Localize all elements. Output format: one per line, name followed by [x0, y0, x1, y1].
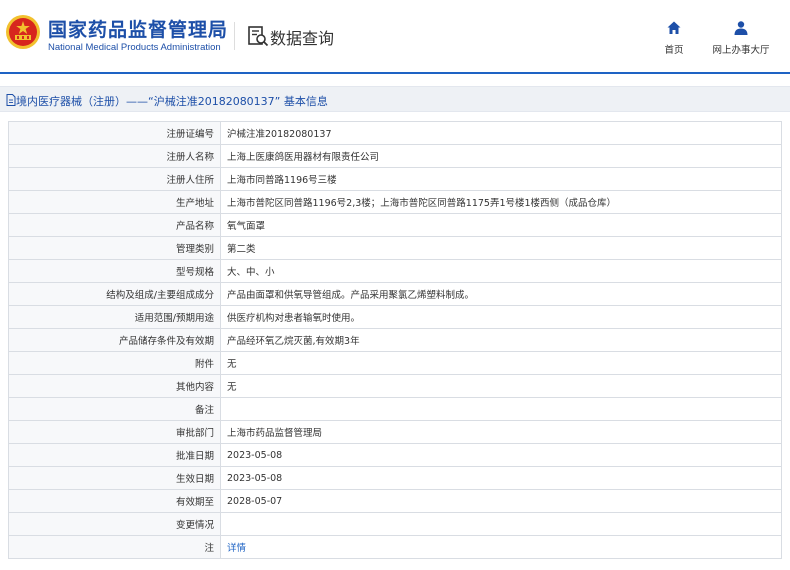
field-label: 管理类别 — [8, 236, 221, 260]
field-label: 变更情况 — [8, 512, 221, 536]
table-row: 审批部门 上海市药品监督管理局 — [8, 420, 782, 444]
header-divider — [234, 22, 235, 50]
search-document-icon — [248, 26, 269, 47]
field-value: 上海市同普路1196号三楼 — [220, 167, 782, 191]
nav-service-hall-link[interactable]: 网上办事大厅 — [708, 20, 774, 60]
breadcrumb-text: 境内医疗器械（注册）——“沪械注准20182080137” 基本信息 — [16, 95, 328, 108]
table-row: 其他内容无 — [8, 374, 782, 398]
field-value: 无 — [220, 374, 782, 398]
user-icon — [734, 21, 748, 35]
table-row: 附件无 — [8, 351, 782, 375]
field-value: 产品经环氧乙烷灭菌,有效期3年 — [220, 328, 782, 352]
table-row: 型号规格 大、中、小 — [8, 259, 782, 283]
field-value: 上海市药品监督管理局 — [220, 420, 782, 444]
field-label: 适用范围/预期用途 — [8, 305, 221, 329]
table-row: 有效期至 2028-05-07 — [8, 489, 782, 513]
table-row: 注册人住所 上海市同普路1196号三楼 — [8, 167, 782, 191]
field-value: 供医疗机构对患者输氧时使用。 — [220, 305, 782, 329]
field-value: 第二类 — [220, 236, 782, 260]
field-value: 氧气面罩 — [220, 213, 782, 237]
field-value: 2023-05-08 — [220, 466, 782, 490]
field-value: 2028-05-07 — [220, 489, 782, 513]
field-label: 有效期至 — [8, 489, 221, 513]
field-label: 备注 — [8, 397, 221, 421]
field-value: 详情 — [220, 535, 782, 559]
table-row: 适用范围/预期用途 供医疗机构对患者输氧时使用。 — [8, 305, 782, 329]
field-label: 产品储存条件及有效期 — [8, 328, 221, 352]
table-row: 变更情况 — [8, 512, 782, 536]
field-label: 结构及组成/主要组成成分 — [8, 282, 221, 306]
field-value: 产品由面罩和供氧导管组成。产品采用聚氯乙烯塑料制成。 — [220, 282, 782, 306]
field-value: 2023-05-08 — [220, 443, 782, 467]
table-row: 注详情 — [8, 535, 782, 559]
registration-info-table: 注册证编号 沪械注准20182080137 注册人名称 上海上医康鸽医用器材有限责任公… — [8, 121, 782, 559]
field-value: 沪械注准20182080137 — [220, 121, 782, 145]
field-value — [220, 397, 782, 421]
table-row: 管理类别 第二类 — [8, 236, 782, 260]
site-title: 国家药品监督管理局 — [48, 19, 229, 41]
table-row: 注册人名称 上海上医康鸽医用器材有限责任公司 — [8, 144, 782, 168]
field-value: 无 — [220, 351, 782, 375]
field-label: 注册人名称 — [8, 144, 221, 168]
field-label: 生效日期 — [8, 466, 221, 490]
nav-home-label: 首页 — [664, 45, 684, 56]
nav-home-link[interactable]: 首页 — [656, 20, 692, 60]
table-row: 结构及组成/主要组成成分 产品由面罩和供氧导管组成。产品采用聚氯乙烯塑料制成。 — [8, 282, 782, 306]
home-icon — [667, 21, 681, 34]
table-row: 注册证编号 沪械注准20182080137 — [8, 121, 782, 145]
table-row: 生效日期 2023-05-08 — [8, 466, 782, 490]
field-value: 上海上医康鸽医用器材有限责任公司 — [220, 144, 782, 168]
nav-service-hall-label: 网上办事大厅 — [712, 45, 770, 56]
field-label: 注册人住所 — [8, 167, 221, 191]
site-subtitle: National Medical Products Administration — [48, 42, 221, 53]
field-label: 附件 — [8, 351, 221, 375]
emblem-icon — [6, 15, 40, 49]
table-row: 产品储存条件及有效期 产品经环氧乙烷灭菌,有效期3年 — [8, 328, 782, 352]
table-row: 批准日期 2023-05-08 — [8, 443, 782, 467]
field-label: 生产地址 — [8, 190, 221, 214]
field-label: 审批部门 — [8, 420, 221, 444]
page-title: 数据查询 — [270, 29, 335, 48]
field-label: 注册证编号 — [8, 121, 221, 145]
table-row: 生产地址 上海市普陀区同普路1196号2,3楼；上海市普陀区同普路1175弄1号楼… — [8, 190, 782, 214]
field-label: 型号规格 — [8, 259, 221, 283]
site-header: 国家药品监督管理局 National Medical Products Admi… — [0, 0, 790, 72]
field-value: 大、中、小 — [220, 259, 782, 283]
field-label: 注 — [8, 535, 221, 559]
table-row: 产品名称 氧气面罩 — [8, 213, 782, 237]
field-label: 其他内容 — [8, 374, 221, 398]
field-value: 上海市普陀区同普路1196号2,3楼；上海市普陀区同普路1175弄1号楼1楼西侧… — [220, 190, 782, 214]
field-label: 批准日期 — [8, 443, 221, 467]
field-value — [220, 512, 782, 536]
details-link[interactable]: 详情 — [227, 543, 246, 554]
table-row: 备注 — [8, 397, 782, 421]
breadcrumb: 境内医疗器械（注册）——“沪械注准20182080137” 基本信息 — [0, 86, 790, 112]
field-label: 产品名称 — [8, 213, 221, 237]
document-icon — [6, 94, 16, 106]
header-accent-line — [0, 72, 790, 74]
